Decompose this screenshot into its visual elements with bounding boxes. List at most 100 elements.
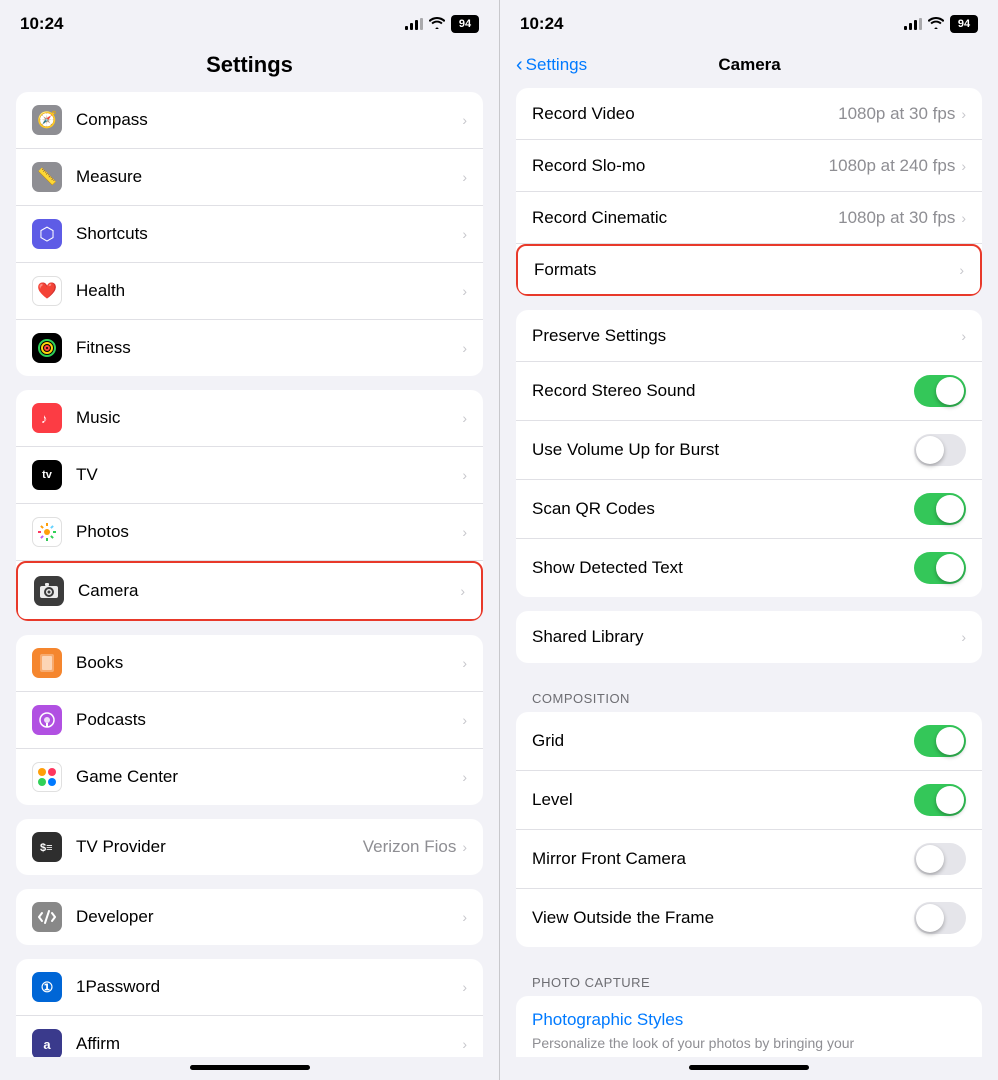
camera-icon (34, 576, 64, 606)
row-record-stereo[interactable]: Record Stereo Sound (516, 362, 982, 421)
row-volume-burst[interactable]: Use Volume Up for Burst (516, 421, 982, 480)
fitness-icon (32, 333, 62, 363)
view-outside-label: View Outside the Frame (532, 908, 914, 928)
row-grid[interactable]: Grid (516, 712, 982, 771)
podcasts-chevron: › (462, 712, 467, 728)
row-podcasts[interactable]: Podcasts › (16, 692, 483, 749)
status-icons-left: 94 (405, 15, 479, 33)
row-tv-provider[interactable]: $≡ TV Provider Verizon Fios › (16, 819, 483, 875)
shortcuts-label: Shortcuts (76, 224, 462, 244)
row-view-outside[interactable]: View Outside the Frame (516, 889, 982, 947)
row-record-slomo[interactable]: Record Slo-mo 1080p at 240 fps › (516, 140, 982, 192)
preserve-settings-label: Preserve Settings (532, 326, 961, 346)
wifi-icon-left (429, 16, 445, 32)
row-camera[interactable]: Camera › (16, 561, 483, 621)
show-detected-text-toggle[interactable] (914, 552, 966, 584)
row-health[interactable]: ❤️ Health › (16, 263, 483, 320)
view-outside-toggle[interactable] (914, 902, 966, 934)
row-scan-qr[interactable]: Scan QR Codes (516, 480, 982, 539)
row-books[interactable]: Books › (16, 635, 483, 692)
signal-icon-right (904, 18, 922, 30)
row-compass[interactable]: 🧭 Compass › (16, 92, 483, 149)
row-1password[interactable]: ① 1Password › (16, 959, 483, 1016)
back-button[interactable]: ‹ Settings (516, 54, 587, 77)
record-stereo-label: Record Stereo Sound (532, 381, 914, 401)
row-formats[interactable]: Formats › (516, 244, 982, 296)
game-center-icon (32, 762, 62, 792)
record-cinematic-label: Record Cinematic (532, 208, 838, 228)
photographic-styles-desc: Personalize the look of your photos by b… (532, 1034, 966, 1054)
toggle-thumb (936, 377, 964, 405)
photo-capture-group[interactable]: Photographic Styles Personalize the look… (516, 996, 982, 1057)
row-record-video[interactable]: Record Video 1080p at 30 fps › (516, 88, 982, 140)
developer-label: Developer (76, 907, 462, 927)
developer-icon (32, 902, 62, 932)
row-mirror-front[interactable]: Mirror Front Camera (516, 830, 982, 889)
camera-group-1: Record Video 1080p at 30 fps › Record Sl… (516, 88, 982, 296)
developer-chevron: › (462, 909, 467, 925)
tv-provider-icon: $≡ (32, 832, 62, 862)
status-bar-left: 10:24 94 (0, 0, 499, 44)
photographic-styles-label: Photographic Styles (532, 1010, 966, 1030)
tv-chevron: › (462, 467, 467, 483)
scan-qr-label: Scan QR Codes (532, 499, 914, 519)
affirm-icon: a (32, 1029, 62, 1057)
shortcuts-chevron: › (462, 226, 467, 242)
toggle-thumb (936, 727, 964, 755)
measure-chevron: › (462, 169, 467, 185)
photos-chevron: › (462, 524, 467, 540)
row-fitness[interactable]: Fitness › (16, 320, 483, 376)
row-preserve-settings[interactable]: Preserve Settings › (516, 310, 982, 362)
record-cinematic-chevron: › (961, 210, 966, 226)
compass-chevron: › (462, 112, 467, 128)
tv-provider-label: TV Provider (76, 837, 363, 857)
row-measure[interactable]: 📏 Measure › (16, 149, 483, 206)
record-video-chevron: › (961, 106, 966, 122)
row-developer[interactable]: Developer › (16, 889, 483, 945)
row-music[interactable]: ♪ Music › (16, 390, 483, 447)
row-level[interactable]: Level (516, 771, 982, 830)
game-center-chevron: › (462, 769, 467, 785)
volume-burst-toggle[interactable] (914, 434, 966, 466)
row-affirm[interactable]: a Affirm › (16, 1016, 483, 1057)
music-chevron: › (462, 410, 467, 426)
toggle-thumb (936, 495, 964, 523)
row-shared-library[interactable]: Shared Library › (516, 611, 982, 663)
row-shortcuts[interactable]: ⬡ Shortcuts › (16, 206, 483, 263)
1password-icon: ① (32, 972, 62, 1002)
compass-label: Compass (76, 110, 462, 130)
composition-header: COMPOSITION (516, 677, 982, 712)
record-slomo-label: Record Slo-mo (532, 156, 829, 176)
level-toggle[interactable] (914, 784, 966, 816)
row-show-detected-text[interactable]: Show Detected Text (516, 539, 982, 597)
camera-settings-list: Record Video 1080p at 30 fps › Record Sl… (500, 88, 998, 1057)
toggle-thumb (916, 436, 944, 464)
camera-page-title: Camera (587, 55, 912, 75)
camera-nav-bar: ‹ Settings Camera (500, 44, 998, 88)
grid-toggle[interactable] (914, 725, 966, 757)
scan-qr-toggle[interactable] (914, 493, 966, 525)
shared-library-label: Shared Library (532, 627, 961, 647)
settings-group-3: Books › Podcasts › (16, 635, 483, 805)
volume-burst-label: Use Volume Up for Burst (532, 440, 914, 460)
wifi-icon-right (928, 16, 944, 32)
show-detected-text-label: Show Detected Text (532, 558, 914, 578)
row-tv[interactable]: tv TV › (16, 447, 483, 504)
1password-label: 1Password (76, 977, 462, 997)
row-record-cinematic[interactable]: Record Cinematic 1080p at 30 fps › (516, 192, 982, 244)
mirror-front-toggle[interactable] (914, 843, 966, 875)
health-label: Health (76, 281, 462, 301)
record-slomo-chevron: › (961, 158, 966, 174)
game-center-label: Game Center (76, 767, 462, 787)
tv-icon: tv (32, 460, 62, 490)
books-label: Books (76, 653, 462, 673)
camera-group-2: Preserve Settings › Record Stereo Sound … (516, 310, 982, 597)
record-stereo-toggle[interactable] (914, 375, 966, 407)
right-panel: 10:24 94 ‹ Settings Camera Record Video (499, 0, 998, 1080)
row-photos[interactable]: Photos › (16, 504, 483, 561)
camera-group-3: Shared Library › (516, 611, 982, 663)
row-game-center[interactable]: Game Center › (16, 749, 483, 805)
music-label: Music (76, 408, 462, 428)
shortcuts-icon: ⬡ (32, 219, 62, 249)
fitness-chevron: › (462, 340, 467, 356)
